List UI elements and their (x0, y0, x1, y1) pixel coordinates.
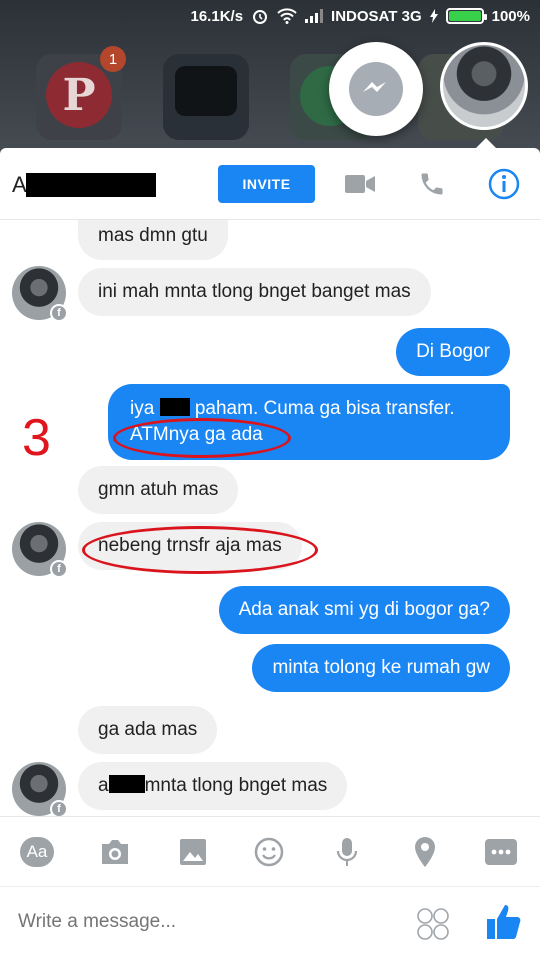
location-icon[interactable] (408, 835, 442, 869)
messenger-icon (349, 62, 403, 116)
chathead-pointer (474, 138, 498, 150)
message-text-part: paham. Cuma ga bisa transfer. (189, 398, 455, 419)
gallery-icon[interactable] (176, 835, 210, 869)
invite-button[interactable]: INVITE (218, 165, 315, 203)
message-incoming[interactable]: ini mah mnta tlong bnget banget mas (78, 268, 431, 316)
carrier-name: INDOSAT 3G (331, 7, 422, 25)
message-incoming[interactable]: a mnta tlong bnget mas (78, 762, 348, 810)
message-input[interactable] (18, 911, 318, 933)
text-redaction (159, 398, 190, 416)
signal-icon (305, 9, 324, 23)
more-options-icon[interactable] (484, 835, 518, 869)
message-incoming[interactable]: nebeng trnsfr aja mas (78, 522, 302, 570)
stickers-icon[interactable] (416, 907, 450, 946)
camera-icon[interactable] (98, 835, 132, 869)
message-incoming[interactable]: gmn atuh mas (78, 466, 239, 514)
message-text-part: a (98, 775, 109, 796)
contact-name: A (12, 172, 27, 197)
message-incoming[interactable]: mas dmn gtu (78, 220, 228, 260)
facebook-badge-icon: f (50, 304, 68, 322)
battery-icon (445, 8, 487, 24)
notification-badge: 1 (100, 46, 126, 72)
message-incoming[interactable]: ga ada mas (78, 706, 218, 754)
message-outgoing[interactable]: minta tolong ke rumah gw (252, 644, 510, 692)
contact-avatar[interactable]: f (12, 266, 68, 322)
text-redaction (108, 775, 145, 793)
phone-call-icon[interactable] (416, 168, 448, 200)
alarm-icon (251, 7, 269, 25)
composer-toolbar: Aa (0, 816, 540, 886)
contact-avatar[interactable]: f (12, 762, 68, 816)
message-outgoing-multiline[interactable]: iya paham. Cuma ga bisa transfer. ATMnya… (108, 384, 510, 460)
battery-percent: 100% (491, 7, 530, 25)
charging-icon (429, 9, 438, 23)
like-thumb-icon[interactable] (486, 903, 522, 946)
name-redaction (26, 173, 156, 197)
info-icon[interactable] (488, 168, 520, 200)
contact-chathead[interactable] (440, 42, 528, 130)
wifi-icon (277, 8, 297, 24)
facebook-badge-icon: f (50, 560, 68, 578)
annotation-number: 3 (22, 409, 51, 467)
video-call-icon[interactable] (344, 168, 376, 200)
message-outgoing[interactable]: Ada anak smi yg di bogor ga? (218, 586, 510, 634)
message-outgoing[interactable]: Di Bogor (396, 328, 510, 376)
messenger-panel: A INVITE mas dmn gtu f ini mah mnta tlon… (0, 148, 540, 960)
microphone-icon[interactable] (330, 835, 364, 869)
facebook-badge-icon: f (50, 800, 68, 816)
message-text-part: ATMnya ga ada (130, 424, 263, 445)
emoji-icon[interactable] (252, 835, 286, 869)
conversation-header: A INVITE (0, 148, 540, 220)
bbm-logo (175, 66, 237, 116)
aa-label: Aa (20, 837, 54, 867)
bbm-app-icon[interactable] (163, 54, 249, 140)
pinterest-logo: P (46, 62, 112, 128)
contact-avatar[interactable]: f (12, 522, 68, 578)
pinterest-app-icon[interactable]: P 1 (36, 46, 126, 140)
text-format-icon[interactable]: Aa (20, 835, 54, 869)
status-bar: 16.1K/s INDOSAT 3G 100% (0, 0, 540, 32)
network-speed: 16.1K/s (190, 7, 244, 25)
message-composer (0, 886, 540, 960)
message-text-part: mnta tlong bnget mas (144, 775, 328, 796)
messenger-chathead[interactable] (329, 42, 423, 136)
message-thread: mas dmn gtu f ini mah mnta tlong bnget b… (0, 220, 540, 816)
message-text-part: iya (130, 398, 160, 419)
